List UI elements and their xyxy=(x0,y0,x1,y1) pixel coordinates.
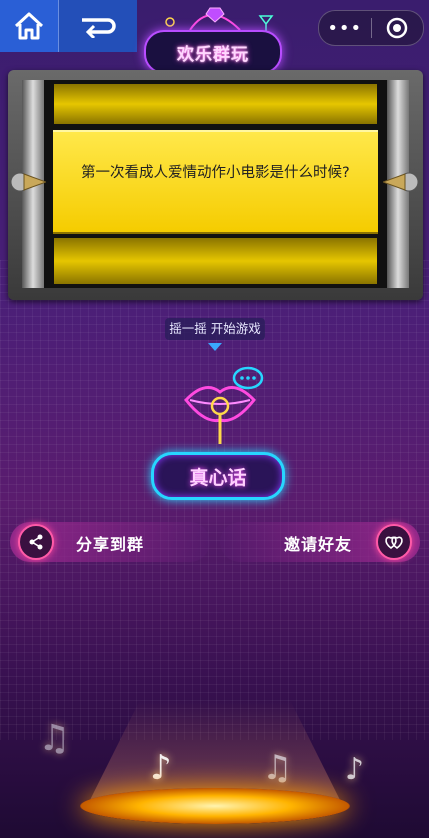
close-target-button[interactable] xyxy=(371,17,423,39)
home-button[interactable] xyxy=(0,0,58,52)
question-card: 第一次看成人爱情动作小电影是什么时候? xyxy=(53,130,378,234)
invite-icon xyxy=(376,524,412,560)
right-pin-icon xyxy=(383,172,419,192)
music-note-icon: ♫ xyxy=(262,748,293,788)
shake-arrow-icon xyxy=(208,343,222,351)
invite-friends-button[interactable]: 邀请好友 xyxy=(220,522,420,562)
logo-decoration xyxy=(165,7,274,32)
music-note-icon: ♫ xyxy=(38,718,71,759)
home-icon xyxy=(14,12,44,40)
share-to-group-button[interactable]: 分享到群 xyxy=(10,522,210,562)
share-label: 分享到群 xyxy=(76,535,145,554)
slot-top xyxy=(54,84,377,124)
mini-program-capsule: ••• xyxy=(318,10,424,46)
question-text: 第一次看成人爱情动作小电影是什么时候? xyxy=(81,165,350,181)
back-icon xyxy=(82,18,116,38)
lips-mic-icon xyxy=(184,366,264,444)
music-note-icon: ♪ xyxy=(345,752,365,787)
target-icon xyxy=(386,17,408,39)
left-pin-icon xyxy=(10,172,46,192)
invite-label: 邀请好友 xyxy=(284,535,353,554)
share-icon xyxy=(18,524,54,560)
glowing-stage xyxy=(80,788,350,824)
music-note-icon: ♪ xyxy=(150,748,172,788)
more-icon[interactable]: ••• xyxy=(319,18,371,39)
slot-bottom xyxy=(54,238,377,284)
shake-prompt: 摇一摇 开始游戏 xyxy=(165,318,265,340)
back-button[interactable] xyxy=(58,0,137,52)
truth-button[interactable]: 真心话 xyxy=(151,452,285,500)
app-logo-title: 欢乐群玩 xyxy=(144,30,282,74)
